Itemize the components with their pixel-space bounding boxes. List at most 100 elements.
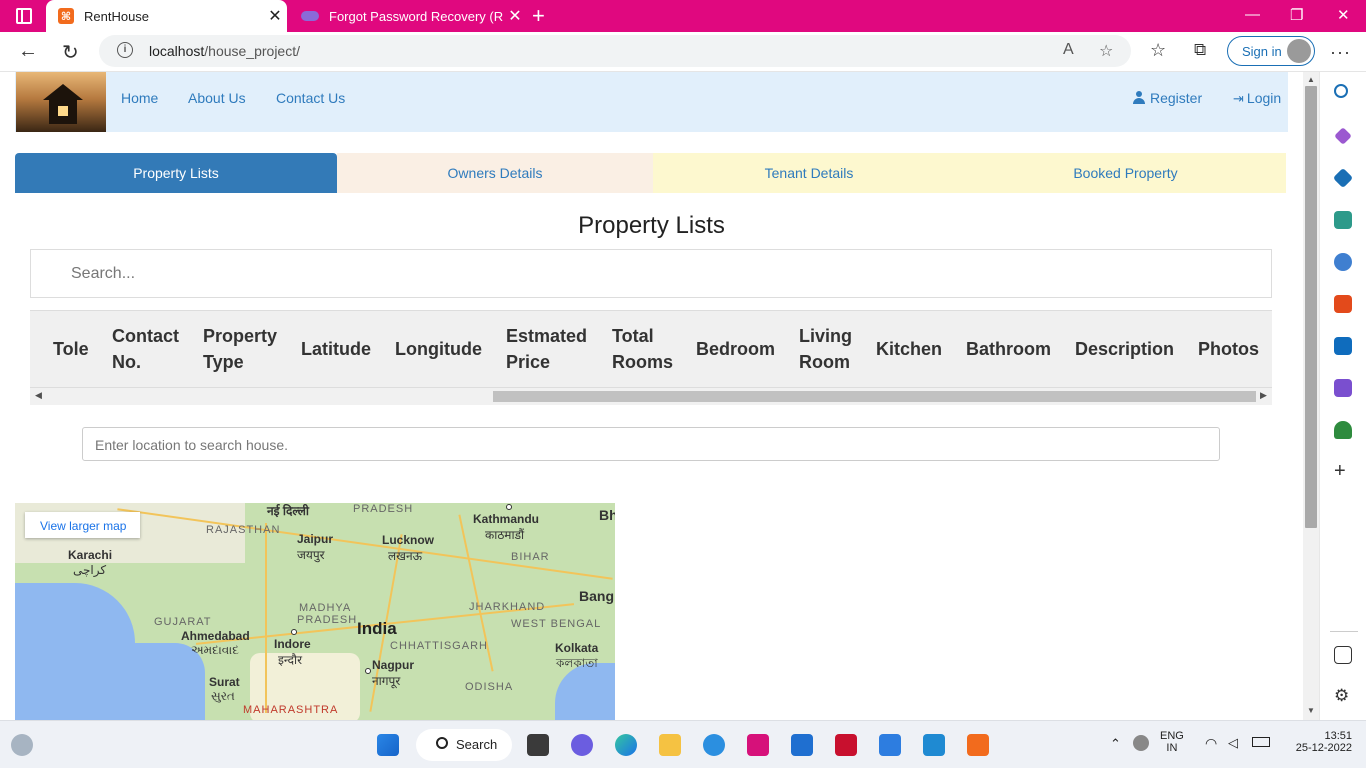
new-tab-icon[interactable]: + [532, 3, 545, 29]
lang-indicator[interactable]: ENG IN [1160, 730, 1184, 754]
close-tab-icon[interactable]: ✕ [263, 6, 287, 26]
map-label-lucknow: Lucknow [382, 533, 435, 547]
site-navbar: Home About Us Contact Us Register ⇥ Login [15, 72, 1288, 132]
search-input[interactable]: Search... [30, 249, 1272, 298]
nav-home-link[interactable]: Home [121, 90, 158, 106]
outlook-icon[interactable] [1334, 337, 1352, 355]
settings-gear-icon[interactable]: ⚙ [1334, 687, 1352, 706]
site-logo[interactable] [16, 72, 106, 132]
col-contact-no: Contact No. [112, 326, 179, 372]
map-label-bh: Bh [599, 507, 615, 523]
url-host: localhost [149, 43, 205, 59]
register-label: Register [1150, 90, 1203, 106]
view-larger-map-link[interactable]: View larger map [25, 512, 140, 538]
location-search-input[interactable]: Enter location to search house. [82, 427, 1220, 461]
nav-about-link[interactable]: About Us [188, 90, 246, 106]
nav-contact-link[interactable]: Contact Us [276, 90, 345, 106]
page-vertical-scrollbar[interactable]: ▲ ▼ [1303, 72, 1319, 720]
table-horizontal-scrollbar[interactable]: ◀ ▶ [30, 388, 1272, 405]
todo-icon[interactable] [879, 734, 901, 756]
close-tab-icon[interactable]: ✕ [503, 6, 527, 26]
tab-owners-details[interactable]: Owners Details [337, 153, 653, 193]
clock[interactable]: 13:51 25-12-2022 [1286, 730, 1352, 754]
volume-icon[interactable]: ◁ [1228, 735, 1238, 751]
url-text[interactable]: localhost/house_project/ [149, 43, 300, 59]
scrollbar-thumb[interactable] [1305, 86, 1317, 528]
more-options-icon[interactable]: ··· [1330, 42, 1351, 63]
store-icon[interactable] [791, 734, 813, 756]
tab-forgot-password[interactable]: Forgot Password Recovery (Reset ✕ [289, 0, 527, 32]
map-label-indore-local: इन्दौर [278, 653, 302, 667]
copilot-icon[interactable] [1334, 127, 1352, 145]
vscode-icon[interactable] [923, 734, 945, 756]
add-icon[interactable]: + [1334, 461, 1352, 481]
map-label-surat: Surat [209, 675, 240, 689]
search-icon[interactable] [1334, 84, 1348, 98]
office-icon[interactable] [1334, 295, 1352, 313]
tab-actions-icon[interactable] [16, 8, 32, 24]
app-icon[interactable] [747, 734, 769, 756]
map-label-jharkhand: JHARKHAND [469, 601, 546, 613]
site-info-icon[interactable]: i [117, 42, 133, 58]
col-photos: Photos [1198, 339, 1259, 359]
file-explorer-icon[interactable] [659, 734, 681, 756]
sign-in-button[interactable]: Sign in [1227, 36, 1315, 66]
windows-start-icon[interactable] [377, 734, 399, 756]
chat-icon[interactable] [571, 734, 593, 756]
designer-icon[interactable] [1334, 379, 1352, 397]
map-label-kolkata-local: কলকাতা [556, 656, 598, 670]
scrollbar-thumb[interactable] [493, 391, 1256, 402]
scroll-right-icon[interactable]: ▶ [1260, 390, 1267, 401]
refresh-icon[interactable]: ↻ [62, 40, 79, 65]
tab-property-lists[interactable]: Property Lists [15, 153, 337, 193]
login-link[interactable]: ⇥ Login [1233, 90, 1281, 107]
tools-icon[interactable] [1334, 211, 1352, 229]
scroll-down-icon[interactable]: ▼ [1307, 706, 1315, 715]
network-alert-icon[interactable] [1133, 735, 1149, 751]
house-roof-icon [43, 84, 83, 100]
xampp-icon[interactable] [967, 734, 989, 756]
col-tole: Tole [53, 339, 89, 359]
map-label-nagpur-local: नागपूर [372, 674, 401, 688]
tab-renthouse[interactable]: ⌘ RentHouse ✕ [46, 0, 287, 32]
map-dot-indore [291, 629, 297, 635]
wifi-icon[interactable]: ◠ [1205, 735, 1217, 752]
help-icon[interactable] [703, 734, 725, 756]
windows-taskbar: Search ⌃ ENG IN ◠ ◁ 13:51 25-12-2022 [0, 720, 1366, 768]
restore-icon[interactable]: ❐ [1290, 6, 1303, 24]
shopping-tag-icon[interactable] [1332, 167, 1354, 189]
edge-icon[interactable] [615, 734, 637, 756]
weather-icon[interactable] [11, 734, 33, 756]
search-placeholder: Search... [71, 265, 136, 282]
games-icon[interactable] [1334, 253, 1352, 271]
register-link[interactable]: Register [1133, 90, 1202, 106]
favorites-icon[interactable]: ☆ [1150, 40, 1166, 61]
scroll-up-icon[interactable]: ▲ [1307, 75, 1315, 84]
sidebar-divider [1330, 631, 1358, 632]
tab-tenant-details[interactable]: Tenant Details [653, 153, 965, 193]
embedded-map[interactable]: नई दिल्ली PRADESH Kathmandu काठमाडौं Bh … [15, 503, 615, 720]
mcafee-icon[interactable] [835, 734, 857, 756]
tab-booked-property[interactable]: Booked Property [965, 153, 1286, 193]
col-estimated-price: Estmated Price [506, 326, 588, 372]
hide-sidebar-icon[interactable] [1334, 646, 1352, 664]
scroll-left-icon[interactable]: ◀ [35, 390, 42, 401]
taskbar-search[interactable]: Search [416, 729, 512, 761]
location-placeholder: Enter location to search house. [95, 437, 289, 453]
region-label: IN [1166, 742, 1178, 754]
read-aloud-icon[interactable]: A [1063, 41, 1074, 59]
minimize-icon[interactable]: — [1245, 6, 1260, 23]
map-dot-kathmandu [506, 504, 512, 510]
back-icon[interactable]: ← [18, 40, 38, 63]
collections-icon[interactable]: ⧉ [1194, 40, 1206, 60]
map-label-maharashtra: MAHARASHTRA [243, 704, 339, 716]
map-label-pradesh: PRADESH [353, 503, 414, 515]
task-view-icon[interactable] [527, 734, 549, 756]
add-favorite-icon[interactable]: ☆ [1099, 41, 1113, 61]
col-description: Description [1075, 339, 1175, 359]
show-hidden-icons-icon[interactable]: ⌃ [1110, 736, 1121, 752]
tree-icon[interactable] [1334, 421, 1352, 439]
url-bar[interactable]: i localhost/house_project/ A ☆ [99, 35, 1131, 67]
battery-icon[interactable] [1252, 737, 1270, 747]
close-window-icon[interactable]: ✕ [1337, 6, 1350, 24]
